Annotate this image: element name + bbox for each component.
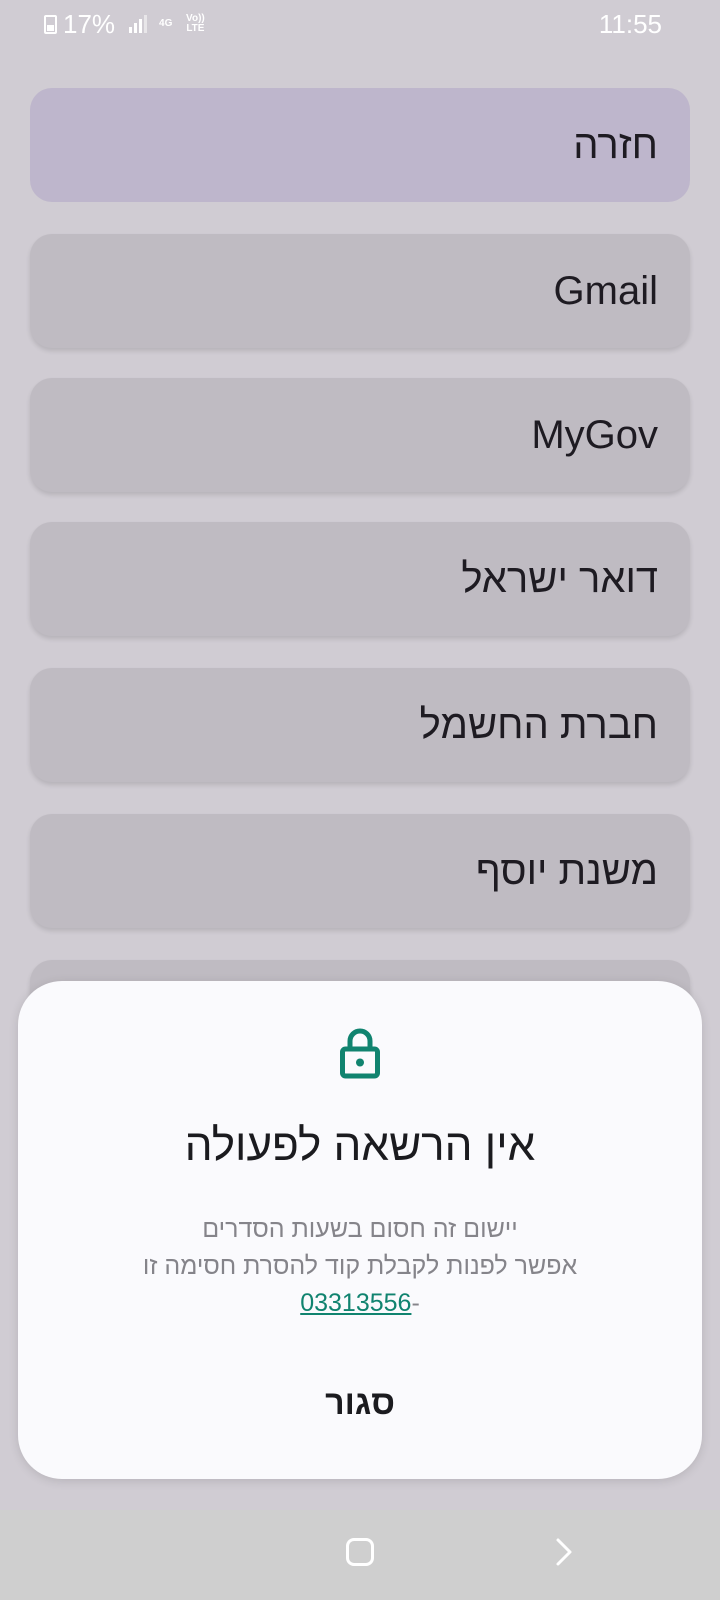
menu-item-electric-company[interactable]: חברת החשמל xyxy=(30,668,690,782)
home-icon[interactable] xyxy=(346,1538,374,1566)
menu-item-label: MyGov xyxy=(531,412,658,457)
volte-badge: Vo)) LTE xyxy=(186,13,205,34)
lock-icon xyxy=(340,1028,380,1079)
signal-icon xyxy=(129,15,148,33)
menu-item-label: חברת החשמל xyxy=(419,702,658,747)
phone-link[interactable]: 03313556 xyxy=(300,1289,411,1317)
menu-item-mygov[interactable]: MyGov xyxy=(30,378,690,492)
network-type: 4G xyxy=(159,18,173,29)
dialog-message: יישום זה חסום בשעות הסדרים אפשר לפנות לק… xyxy=(58,1211,662,1322)
battery-percent: 17% xyxy=(63,8,116,39)
dialog-message-line-1: יישום זה חסום בשעות הסדרים xyxy=(202,1215,518,1243)
status-bar: 17% 4G Vo)) LTE 11:55 xyxy=(0,0,720,48)
status-time: 11:55 xyxy=(598,9,662,39)
close-button[interactable]: סגור xyxy=(300,1373,420,1433)
status-left: 17% 4G Vo)) LTE xyxy=(44,8,206,40)
phone-prefix: - xyxy=(411,1289,420,1317)
phone-line: -03313556 xyxy=(58,1285,662,1322)
dialog-title: אין הרשאה לפעולה xyxy=(184,1121,536,1170)
back-button-label: חזרה xyxy=(573,122,658,167)
menu-item-gmail[interactable]: Gmail xyxy=(30,234,690,348)
menu-item-label: Gmail xyxy=(553,268,658,313)
battery-icon xyxy=(44,14,57,34)
back-nav-icon[interactable] xyxy=(548,1536,580,1568)
menu-item-label: דואר ישראל xyxy=(461,556,658,601)
back-button[interactable]: חזרה xyxy=(30,88,690,202)
dialog-message-line-2: אפשר לפנות לקבלת קוד להסרת חסימה זו xyxy=(142,1252,578,1280)
menu-item-israel-post[interactable]: דואר ישראל xyxy=(30,522,690,636)
menu-item-label: משנת יוסף xyxy=(475,848,658,893)
blocked-dialog: אין הרשאה לפעולה יישום זה חסום בשעות הסד… xyxy=(18,981,702,1479)
menu-item-mishnat-yosef[interactable]: משנת יוסף xyxy=(30,814,690,928)
